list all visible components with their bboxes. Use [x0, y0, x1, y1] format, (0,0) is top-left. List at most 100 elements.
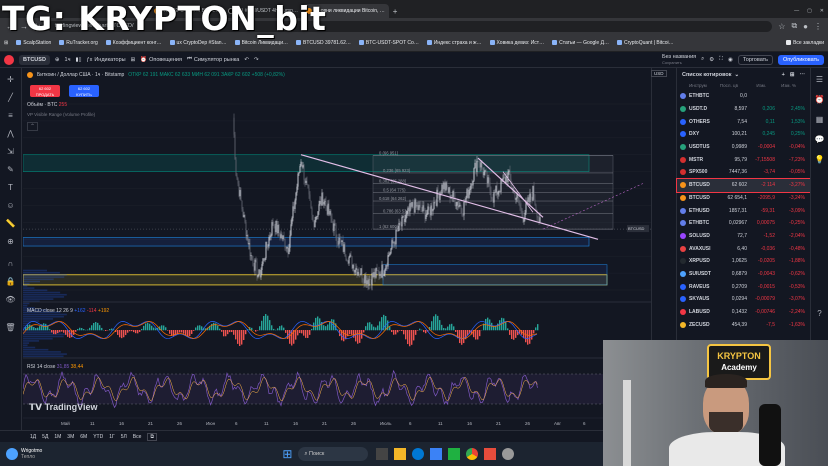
trade-button[interactable]: Торговать — [737, 54, 774, 65]
taskbar-app-icon[interactable] — [412, 448, 425, 460]
price-chart[interactable]: 0 (66 951)0,236 (65 923)0,382 (65 288)0,… — [23, 68, 651, 430]
bookmark-star-icon[interactable]: ☆ — [778, 22, 785, 31]
more-icon[interactable]: ⋯ — [800, 72, 806, 78]
tradingview-logo[interactable]: 𝗧𝗩 TradingView — [29, 402, 97, 413]
watchlist-icon[interactable]: ☰ — [814, 74, 825, 85]
avatar[interactable] — [4, 54, 14, 65]
chevron-down-icon[interactable]: ⌄ — [735, 72, 740, 78]
watchlist-row[interactable]: OTHERS 7,54 0,11 1,53% — [677, 115, 810, 128]
taskbar-app-icon[interactable] — [484, 448, 497, 460]
range-3m[interactable]: 3М — [67, 434, 74, 440]
lock-icon[interactable]: 🔒 — [5, 276, 16, 287]
col-last[interactable]: Посл. цв — [714, 83, 738, 88]
bookmark-item[interactable]: BTCUSD 39781.62… — [296, 40, 351, 46]
symbol-search-button[interactable]: BTCUSD — [19, 54, 50, 65]
taskbar-app-icon[interactable] — [376, 448, 389, 460]
watchlist-row[interactable]: ETHUSD 1857,31 -59,31 -3,09% — [677, 204, 810, 217]
watchlist-row[interactable]: XRPUSD 1,0625 -0,0205 -1,88% — [677, 255, 810, 268]
watchlist-row[interactable]: SOLUSD 72,7 -1,52 -2,04% — [677, 230, 810, 243]
publish-button[interactable]: Опубликовать — [778, 54, 824, 65]
forecast-icon[interactable]: ⇲ — [5, 146, 16, 157]
watchlist-row[interactable]: ETHBTC 0,0 — [677, 90, 810, 103]
taskbar-app-icon[interactable] — [394, 448, 407, 460]
crosshair-icon[interactable]: ✛ — [5, 74, 16, 85]
bookmark-item[interactable]: Статьи — Google Д… — [552, 40, 609, 46]
chrome-icon[interactable] — [466, 448, 479, 460]
bookmark-item[interactable]: BTC-USDT-SPOT Co… — [358, 40, 419, 46]
watchlist-row[interactable]: AVAXUSI 6,40 -0,036 -0,48% — [677, 242, 810, 255]
weather-widget[interactable]: Wrigotmo Тепло — [21, 448, 42, 460]
bookmark-item[interactable]: ScalpStation — [16, 40, 51, 46]
bookmark-item[interactable]: RuTracker.org — [59, 40, 98, 46]
apps-icon[interactable]: ⊞ — [4, 40, 8, 46]
search-box[interactable]: ⌕ Поиск — [298, 447, 369, 461]
zoom-icon[interactable]: ⊕ — [5, 236, 16, 247]
range-ytd[interactable]: YTD — [93, 434, 103, 440]
col-symbol[interactable]: Инструм — [680, 83, 714, 88]
ruler-icon[interactable]: 📏 — [5, 218, 16, 229]
trendline-icon[interactable]: ╱ — [5, 92, 16, 103]
bookmark-item[interactable]: Bitcoin Ликвидаци… — [234, 40, 288, 46]
bookmark-item[interactable]: Индекс страха и ж… — [426, 40, 482, 46]
chart-area[interactable]: 0 (66 951)0,236 (65 923)0,382 (65 288)0,… — [23, 68, 676, 442]
watchlist-row[interactable]: SUIUSDT 0,6879 -0,0043 -0,62% — [677, 268, 810, 281]
range-6m[interactable]: 6М — [80, 434, 87, 440]
range-1m[interactable]: 1М — [54, 434, 61, 440]
range-1y[interactable]: 1Г — [109, 434, 115, 440]
taskbar-app-icon[interactable] — [430, 448, 443, 460]
ideas-icon[interactable]: 💡 — [814, 154, 825, 165]
bookmark-item[interactable]: Коэффициент конг… — [105, 40, 162, 46]
data-window-icon[interactable]: ▦ — [814, 114, 825, 125]
interval-button[interactable]: 1ч — [65, 57, 71, 63]
search-icon[interactable]: ⌕ — [701, 56, 704, 63]
watchlist-row[interactable]: SPX500 7447,36 -3,74 -0,05% — [677, 166, 810, 179]
help-icon[interactable]: ? — [814, 308, 825, 319]
fib-icon[interactable]: ≡ — [5, 110, 16, 121]
watchlist-row[interactable]: USDTUS 0,9989 -0,0004 -0,04% — [677, 141, 810, 154]
magnet-icon[interactable]: ∩ — [5, 258, 16, 269]
redo-icon[interactable]: ↷ — [254, 57, 259, 63]
maximize-button[interactable]: ▢ — [803, 4, 816, 18]
pattern-icon[interactable]: ⋀ — [5, 128, 16, 139]
watchlist-row[interactable]: MSTR 95,79 -7,15508 -7,23% — [677, 153, 810, 166]
range-5y[interactable]: 5Л — [121, 434, 127, 440]
collapse-legend-icon[interactable]: ⌃ — [27, 122, 39, 131]
layout-icon[interactable]: ⊞ — [790, 72, 795, 78]
add-symbol-icon[interactable]: + — [782, 72, 785, 78]
trash-icon[interactable]: 🗑 — [5, 322, 16, 333]
taskbar-app-icon[interactable] — [448, 448, 461, 460]
layout-name-button[interactable]: Без названия Сохранить — [662, 54, 696, 66]
brush-icon[interactable]: ✎ — [5, 164, 16, 175]
layouts-icon[interactable]: ⊞ — [131, 57, 136, 63]
indicators-button[interactable]: ƒx Индикаторы — [87, 57, 126, 63]
add-compare-icon[interactable]: ⊕ — [55, 57, 60, 63]
fullscreen-icon[interactable]: ⛶ — [719, 56, 723, 63]
sell-button[interactable]: 62 602 ПРОДАТЬ — [30, 85, 60, 97]
settings-icon[interactable]: ⚙ — [709, 57, 714, 63]
currency-label[interactable]: USD — [651, 70, 667, 77]
watchlist-row[interactable]: ZECUSD 454,39 -7,5 -1,63% — [677, 318, 810, 331]
candles-icon[interactable]: ▮▯ — [75, 57, 81, 63]
watchlist-row[interactable]: BTCUSD 62 602 -2 114 -3,27% — [676, 177, 811, 193]
watchlist-title[interactable]: Список котировок — [682, 72, 732, 78]
eye-icon[interactable]: 👁 — [5, 294, 16, 305]
weather-icon[interactable] — [6, 448, 18, 460]
start-icon[interactable]: ⊞ — [282, 447, 292, 461]
replay-button[interactable]: ⏮ Симулятор рынка — [187, 56, 239, 63]
close-window-button[interactable]: ✕ — [816, 4, 828, 18]
range-all[interactable]: Все — [133, 434, 142, 440]
watchlist-row[interactable]: BTCUSD 62 654,1 -2095,9 -3,24% — [677, 192, 810, 205]
chat-icon[interactable]: 💬 — [814, 134, 825, 145]
range-5d[interactable]: 5Д — [42, 434, 48, 440]
text-icon[interactable]: T — [5, 182, 16, 193]
col-change-pct[interactable]: Изм. % — [766, 83, 796, 88]
watchlist-row[interactable]: RAVEUS 0,2709 -0,0015 -0,53% — [677, 280, 810, 293]
profile-icon[interactable]: ● — [803, 22, 808, 31]
watchlist-row[interactable]: LABUSD 0,1432 -0,00746 -2,24% — [677, 306, 810, 319]
col-change[interactable]: Изм. — [738, 83, 766, 88]
alarm-clock-icon[interactable]: ⏰ — [814, 94, 825, 105]
undo-icon[interactable]: ↶ — [244, 57, 249, 63]
taskbar-app-icon[interactable] — [502, 448, 515, 460]
alerts-button[interactable]: ⏰ Оповещения — [140, 57, 182, 63]
new-tab-button[interactable]: + — [389, 4, 402, 18]
